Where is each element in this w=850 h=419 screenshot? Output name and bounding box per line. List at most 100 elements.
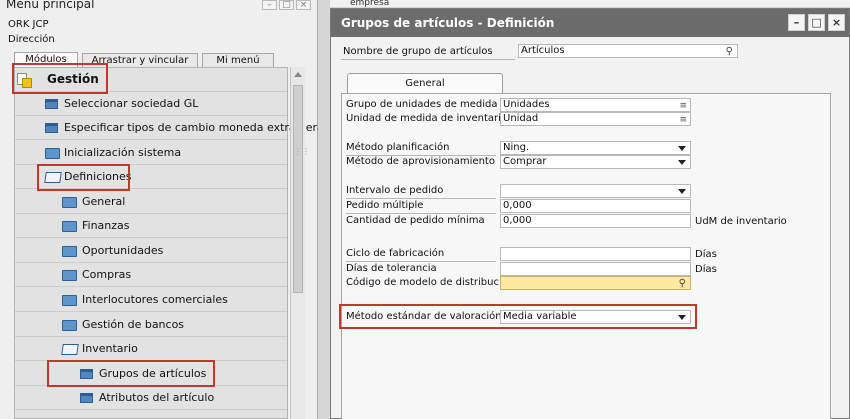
tree-item-opportunities[interactable]: Oportunidades — [15, 239, 287, 263]
tree-item-label: Grupos de artículos — [99, 367, 207, 380]
scrollbar-thumb[interactable] — [293, 85, 303, 293]
procurement-method-label: Método de aprovisionamiento — [346, 156, 495, 167]
divider — [341, 59, 515, 60]
tree-item-label: Seleccionar sociedad GL — [64, 97, 199, 110]
order-multiple-label: Pedido múltiple — [346, 200, 424, 211]
order-multiple-field[interactable]: 0,000 — [500, 199, 691, 213]
tree-item-purchasing[interactable]: Compras — [15, 263, 287, 287]
inventory-uom-field[interactable]: Unidad ≡ — [500, 112, 691, 126]
main-menu-window: Menú principal – □ × ORK JCP Dirección M… — [0, 0, 324, 419]
folder-icon — [62, 295, 77, 306]
tree-item-label: General — [82, 195, 126, 208]
maximize-icon[interactable]: □ — [279, 0, 294, 10]
order-interval-label: Intervalo de pedido — [346, 185, 444, 196]
tolerance-days-field[interactable] — [500, 262, 691, 276]
document-icon — [80, 369, 93, 379]
valuation-method-select[interactable]: Media variable — [500, 310, 691, 324]
minimize-icon[interactable]: – — [788, 14, 805, 31]
window-title-bar[interactable]: Grupos de artículos - Definición — [331, 9, 849, 37]
inventory-uom-label: Unidad de medida de inventario es — [346, 113, 522, 124]
tree-item-inventory[interactable]: Inventario — [15, 337, 287, 361]
tolerance-days-unit: Días — [695, 264, 717, 275]
list-icon[interactable]: ≡ — [679, 114, 687, 125]
divider — [346, 198, 496, 199]
background-window-title: empresa — [350, 0, 390, 7]
group-name-field[interactable]: Artículos ⚲ — [518, 44, 738, 58]
folder-icon — [62, 246, 77, 257]
min-order-qty-label: Cantidad de pedido mínima — [346, 215, 485, 226]
link-icon[interactable]: ⚲ — [679, 278, 686, 289]
folder-icon — [62, 197, 77, 208]
close-icon[interactable]: × — [828, 14, 845, 31]
planning-method-select[interactable]: Ning. — [500, 141, 691, 155]
folder-open-icon — [61, 344, 79, 355]
chevron-down-icon[interactable] — [678, 160, 686, 165]
tree-item-banking[interactable]: Gestión de bancos — [15, 313, 287, 337]
tree-item-label: Interlocutores comerciales — [82, 293, 228, 306]
planning-method-label: Método planificación — [346, 142, 450, 153]
folder-icon — [45, 148, 60, 159]
valuation-method-value: Media variable — [503, 311, 577, 322]
lead-time-unit: Días — [695, 249, 717, 260]
minimize-icon[interactable]: – — [262, 0, 277, 10]
lead-time-field[interactable] — [500, 247, 691, 261]
main-menu-window-controls: – □ × — [262, 0, 311, 10]
tab-general[interactable]: General — [347, 73, 503, 94]
order-interval-select[interactable] — [500, 184, 691, 198]
tree-item-select-company[interactable]: Seleccionar sociedad GL — [15, 92, 287, 116]
scroll-up-arrow-icon[interactable] — [294, 72, 302, 77]
inventory-uom-value: Unidad — [503, 113, 539, 124]
tolerance-days-label: Días de tolerancia — [346, 263, 437, 274]
folder-icon — [62, 320, 77, 331]
tree-item-item-groups[interactable]: Grupos de artículos — [15, 362, 287, 386]
min-order-qty-value: 0,000 — [503, 215, 532, 226]
tree-item-label: Gestión de bancos — [82, 318, 185, 331]
tree-item-finance[interactable]: Finanzas — [15, 214, 287, 238]
list-icon[interactable]: ≡ — [679, 100, 687, 111]
tree-item-definitions[interactable]: Definiciones — [15, 165, 287, 189]
main-menu-tabs: Módulos Arrastrar y vincular Mi menú — [14, 52, 278, 68]
tree-scrollbar[interactable] — [290, 67, 305, 419]
window-title: Grupos de artículos - Definición — [341, 16, 555, 30]
tab-modules[interactable]: Módulos — [14, 52, 78, 68]
user-role: Dirección — [8, 34, 55, 45]
chevron-down-icon[interactable] — [678, 189, 686, 194]
tree-item-label: Compras — [82, 268, 132, 281]
link-icon[interactable]: ⚲ — [726, 46, 733, 57]
document-icon — [45, 99, 58, 109]
tab-my-menu[interactable]: Mi menú — [202, 53, 274, 68]
uom-group-field[interactable]: Unidades ≡ — [500, 98, 691, 112]
main-menu-title: Menú principal — [6, 0, 95, 11]
tree-item-label: Especificar tipos de cambio moneda extra… — [64, 121, 324, 134]
tree-item-general[interactable]: General — [15, 190, 287, 214]
lead-time-label: Ciclo de fabricación — [346, 248, 445, 259]
min-order-qty-unit: UdM de inventario — [695, 216, 787, 227]
folder-open-icon — [44, 172, 62, 183]
min-order-qty-field[interactable]: 0,000 — [500, 214, 691, 228]
chevron-down-icon[interactable] — [678, 315, 686, 320]
resize-grip-icon[interactable]: ⋮⋮ — [294, 148, 310, 162]
distribution-rule-field[interactable]: ⚲ — [500, 276, 691, 290]
item-groups-definition-window: Grupos de artículos - Definición – □ × N… — [330, 8, 850, 419]
tab-drag-and-relate[interactable]: Arrastrar y vincular — [82, 53, 198, 68]
close-icon[interactable]: × — [296, 0, 311, 10]
tree-item-label: Inicialización sistema — [64, 146, 182, 159]
divider — [346, 213, 496, 214]
tree-item-exchange-rates[interactable]: Especificar tipos de cambio moneda extra… — [15, 116, 324, 140]
module-tree: Gestión Seleccionar sociedad GL Especifi… — [14, 67, 324, 419]
tree-item-gestion[interactable]: Gestión — [15, 68, 287, 92]
tree-item-item-properties[interactable]: Atributos del artículo — [15, 386, 287, 410]
divider — [346, 261, 496, 262]
order-multiple-value: 0,000 — [503, 200, 532, 211]
tree-item-label: Oportunidades — [82, 244, 164, 257]
procurement-method-select[interactable]: Comprar — [500, 155, 691, 169]
chevron-down-icon[interactable] — [678, 146, 686, 151]
maximize-icon[interactable]: □ — [808, 14, 825, 31]
tree-item-system-initialization[interactable]: Inicialización sistema — [15, 141, 287, 165]
folder-icon — [62, 270, 77, 281]
uom-group-label: Grupo de unidades de medida — [346, 99, 498, 110]
document-icon — [80, 393, 93, 403]
tree-item-business-partners[interactable]: Interlocutores comerciales — [15, 288, 287, 312]
folder-icon — [62, 221, 77, 232]
uom-group-value: Unidades — [503, 99, 550, 110]
